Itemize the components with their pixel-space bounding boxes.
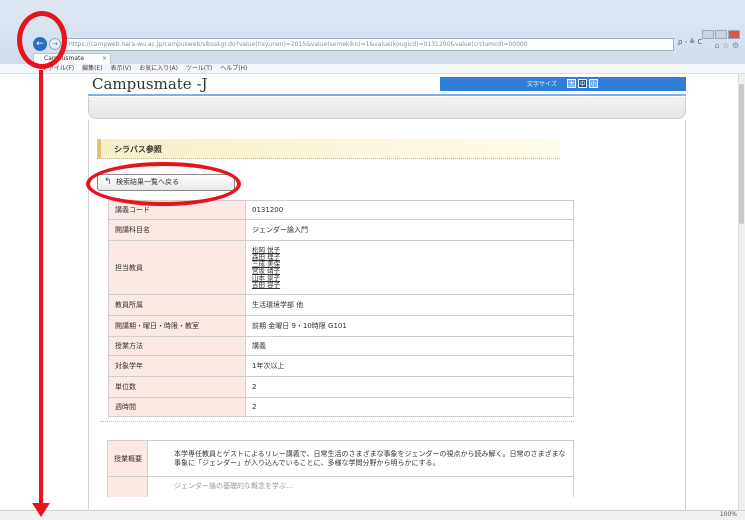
font-size-medium-button[interactable]: 中 — [578, 79, 587, 88]
table-row: 授業概要 本学専任教員とゲストによるリレー講義で、日常生活のさまざまな事象をジェ… — [107, 440, 574, 477]
teacher-link[interactable]: 宮坂 靖子 — [252, 267, 573, 275]
target-year-value: 1年次以上 — [245, 355, 574, 377]
minimize-icon[interactable] — [702, 30, 714, 39]
annotation-ellipse-back-link — [86, 162, 241, 206]
browser-toolbar-icons[interactable]: ⌂ ☆ ⚙ — [714, 41, 739, 50]
status-bar — [0, 510, 745, 520]
teacher-link[interactable]: 森田 理子 — [252, 253, 573, 261]
table-row: 開講科目名 ジェンダー論入門 — [108, 219, 574, 241]
menu-bar: ファイル(F) 編集(E) 表示(V) お気に入り(A) ツール(T) ヘルプ(… — [0, 64, 745, 74]
overview-table: 授業概要 本学専任教員とゲストによるリレー講義で、日常生活のさまざまな事象をジェ… — [107, 440, 574, 497]
teacher-link[interactable]: 三成 美保 — [252, 260, 573, 268]
method-label: 授業方法 — [108, 336, 246, 356]
maximize-icon[interactable] — [715, 30, 727, 39]
course-code-value: 0131200 — [245, 200, 574, 220]
address-bar[interactable]: https://campweb.nara-wu.ac.jp/campusweb/… — [64, 38, 674, 51]
close-window-icon[interactable] — [728, 30, 740, 39]
teacher-list: 松岡 悦子 森田 理子 三成 美保 宮坂 靖子 山本 景子 吉田 容子 — [245, 240, 574, 295]
table-row: 担当教員 松岡 悦子 森田 理子 三成 美保 宮坂 靖子 山本 景子 吉田 容子 — [108, 240, 574, 295]
table-row: 対象学年 1年次以上 — [108, 355, 574, 377]
font-size-label: 文字サイズ — [527, 81, 557, 88]
teachers-label: 担当教員 — [108, 240, 246, 295]
weekly-hours-label: 週時間 — [108, 397, 246, 417]
next-row-label — [107, 476, 148, 497]
table-row: 単位数 2 — [108, 376, 574, 398]
overview-text: 本学専任教員とゲストによるリレー講義で、日常生活のさまざまな事象をジェンダーの視… — [147, 440, 574, 477]
menu-tools[interactable]: ツール(T) — [186, 65, 212, 72]
annotation-scroll-line — [39, 70, 43, 505]
menu-view[interactable]: 表示(V) — [110, 65, 131, 72]
schedule-label: 開講期・曜日・時限・教室 — [108, 315, 246, 337]
table-row: 授業方法 講義 — [108, 336, 574, 356]
annotation-circle-back-button — [17, 11, 67, 69]
teacher-link[interactable]: 松岡 悦子 — [252, 246, 573, 254]
section-heading: シラバス参照 — [97, 139, 560, 159]
page-title: シラバス参照 — [114, 145, 162, 154]
menu-edit[interactable]: 編集(E) — [82, 65, 102, 72]
table-row: 週時間 2 — [108, 397, 574, 417]
teacher-link[interactable]: 山本 景子 — [252, 274, 573, 282]
method-value: 講義 — [245, 336, 574, 356]
address-tools[interactable]: ρ - ≜ C — [678, 38, 702, 46]
heading-accent — [97, 139, 101, 158]
overview-label: 授業概要 — [107, 440, 148, 477]
zoom-level[interactable]: 100% — [720, 511, 737, 518]
credits-value: 2 — [245, 376, 574, 398]
menu-help[interactable]: ヘルプ(H) — [220, 65, 247, 72]
affiliation-value: 生活環境学部 他 — [245, 294, 574, 316]
affiliation-label: 教員所属 — [108, 294, 246, 316]
table-row: 開講期・曜日・時限・教室 前期 金曜日 9・10時限 G101 — [108, 315, 574, 337]
annotation-arrow-down-icon — [32, 503, 50, 517]
site-title: Campusmate -J — [92, 75, 208, 93]
weekly-hours-value: 2 — [245, 397, 574, 417]
target-year-label: 対象学年 — [108, 355, 246, 377]
schedule-value: 前期 金曜日 9・10時限 G101 — [245, 315, 574, 337]
section-divider — [100, 421, 574, 422]
gray-band — [88, 97, 686, 119]
window-controls[interactable] — [701, 30, 741, 40]
header-bar — [440, 77, 686, 91]
course-name-label: 開講科目名 — [108, 219, 246, 241]
scrollbar-thumb[interactable] — [739, 84, 744, 224]
browser-chrome — [0, 0, 745, 64]
table-row: ジェンダー論の基礎的な概念を学ぶ… — [107, 476, 574, 497]
tab-close-icon[interactable]: × — [102, 54, 107, 64]
next-row-text: ジェンダー論の基礎的な概念を学ぶ… — [147, 476, 574, 497]
font-size-small-button[interactable]: 小 — [589, 79, 598, 88]
menu-favorites[interactable]: お気に入り(A) — [139, 65, 178, 72]
table-row: 教員所属 生活環境学部 他 — [108, 294, 574, 316]
credits-label: 単位数 — [108, 376, 246, 398]
header-divider — [88, 94, 686, 96]
font-size-large-button[interactable]: 大 — [567, 79, 576, 88]
teacher-link[interactable]: 吉田 容子 — [252, 281, 573, 289]
syllabus-info-table: 講義コード 0131200 開講科目名 ジェンダー論入門 担当教員 松岡 悦子 … — [108, 200, 574, 417]
course-name-value: ジェンダー論入門 — [245, 219, 574, 241]
